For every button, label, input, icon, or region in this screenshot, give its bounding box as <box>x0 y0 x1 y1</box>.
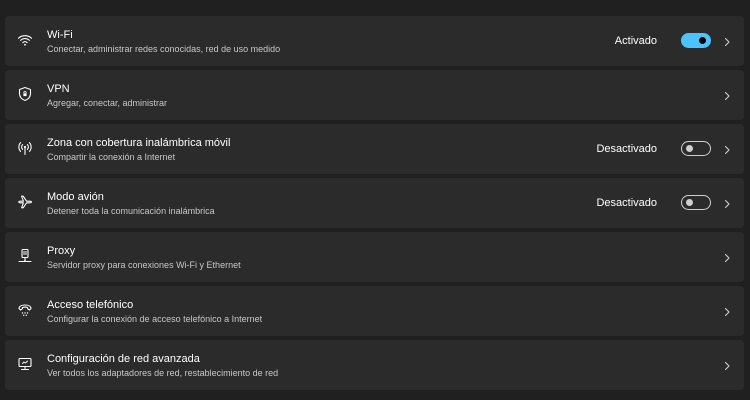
airplane-mode-toggle[interactable] <box>681 195 711 210</box>
proxy-icon <box>16 247 34 265</box>
chevron-right-icon <box>722 305 732 317</box>
advanced-network-row[interactable]: Configuración de red avanzada Ver todos … <box>5 340 744 390</box>
row-title: Configuración de red avanzada <box>47 353 200 365</box>
dial-up-row[interactable]: Acceso telefónico Configurar la conexión… <box>5 286 744 336</box>
airplane-mode-row[interactable]: Modo avión Detener toda la comunicación … <box>5 178 744 228</box>
row-subtitle: Agregar, conectar, administrar <box>47 98 168 108</box>
toggle-state-label: Activado <box>614 35 657 47</box>
mobile-hotspot-row[interactable]: Zona con cobertura inalámbrica móvil Com… <box>5 124 744 174</box>
toggle-knob <box>686 199 693 206</box>
dial-up-icon <box>16 301 34 319</box>
toggle-state-label: Desactivado <box>596 197 657 209</box>
network-settings-list: Wi-Fi Conectar, administrar redes conoci… <box>5 16 744 394</box>
advanced-network-icon <box>16 355 34 373</box>
vpn-shield-icon <box>16 85 34 103</box>
row-title: Acceso telefónico <box>47 299 134 311</box>
wifi-row[interactable]: Wi-Fi Conectar, administrar redes conoci… <box>5 16 744 66</box>
row-subtitle: Ver todos los adaptadores de red, restab… <box>47 368 279 378</box>
row-title: Wi-Fi <box>47 29 73 41</box>
chevron-right-icon <box>722 197 732 209</box>
vpn-row[interactable]: VPN Agregar, conectar, administrar <box>5 70 744 120</box>
toggle-knob <box>699 37 706 44</box>
chevron-right-icon <box>722 143 732 155</box>
chevron-right-icon <box>722 359 732 371</box>
proxy-row[interactable]: Proxy Servidor proxy para conexiones Wi-… <box>5 232 744 282</box>
wifi-icon <box>16 31 34 49</box>
row-title: Modo avión <box>47 191 104 203</box>
chevron-right-icon <box>722 251 732 263</box>
row-title: Proxy <box>47 245 76 257</box>
row-subtitle: Compartir la conexión a Internet <box>47 152 176 162</box>
chevron-right-icon <box>722 35 732 47</box>
toggle-state-label: Desactivado <box>596 143 657 155</box>
hotspot-icon <box>16 139 34 157</box>
row-subtitle: Detener toda la comunicación inalámbrica <box>47 206 215 216</box>
hotspot-toggle[interactable] <box>681 141 711 156</box>
wifi-toggle[interactable] <box>681 33 711 48</box>
row-title: Zona con cobertura inalámbrica móvil <box>47 137 231 149</box>
row-subtitle: Conectar, administrar redes conocidas, r… <box>47 44 281 54</box>
chevron-right-icon <box>722 89 732 101</box>
row-subtitle: Servidor proxy para conexiones Wi-Fi y E… <box>47 260 241 270</box>
row-title: VPN <box>47 83 70 95</box>
row-subtitle: Configurar la conexión de acceso telefón… <box>47 314 263 324</box>
airplane-icon <box>16 193 34 211</box>
toggle-knob <box>686 145 693 152</box>
